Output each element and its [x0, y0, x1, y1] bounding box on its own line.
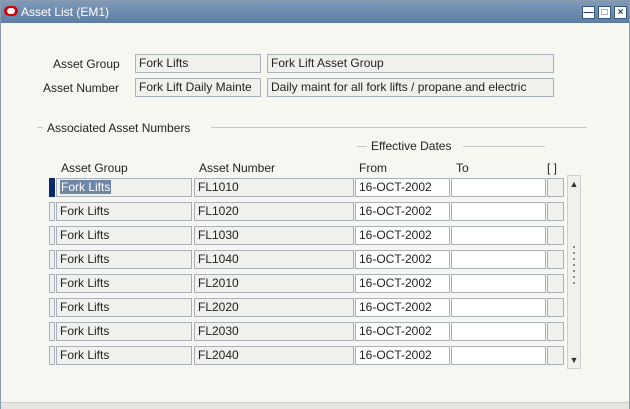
maximize-button[interactable]: □ — [598, 6, 611, 19]
row-from-date-cell[interactable]: 16-OCT-2002 — [355, 274, 450, 293]
row-from-date-cell[interactable]: 16-OCT-2002 — [355, 202, 450, 221]
scroll-grip-icon — [573, 282, 575, 284]
asset-number-field[interactable]: Fork Lift Daily Mainte — [135, 78, 261, 97]
row-flexfield-cell[interactable] — [547, 178, 564, 197]
row-to-date-cell[interactable] — [451, 298, 546, 317]
row-from-date-cell[interactable]: 16-OCT-2002 — [355, 250, 450, 269]
column-header-asset-group: Asset Group — [61, 161, 128, 175]
row-selector[interactable] — [49, 202, 55, 221]
scroll-down-icon[interactable]: ▼ — [569, 354, 579, 366]
row-from-date-cell[interactable]: 16-OCT-2002 — [355, 298, 450, 317]
row-selector[interactable] — [49, 274, 55, 293]
row-asset-group-cell[interactable]: Fork Lifts — [56, 346, 192, 365]
row-flexfield-cell[interactable] — [547, 250, 564, 269]
row-to-date-cell[interactable] — [451, 346, 546, 365]
asset-number-description-field[interactable]: Daily maint for all fork lifts / propane… — [267, 78, 554, 97]
effective-dates-divider-left — [357, 146, 367, 147]
column-header-to: To — [456, 161, 469, 175]
section-divider-left — [37, 127, 43, 128]
row-asset-number-cell[interactable]: FL2040 — [194, 346, 354, 365]
selected-text: Fork Lifts — [60, 180, 112, 194]
row-to-date-cell[interactable] — [451, 274, 546, 293]
row-from-date-cell[interactable]: 16-OCT-2002 — [355, 346, 450, 365]
scroll-grip-icon — [573, 258, 575, 260]
vertical-scrollbar[interactable]: ▲ ▼ — [567, 175, 581, 369]
row-asset-number-cell[interactable]: FL2030 — [194, 322, 354, 341]
row-asset-group-cell[interactable]: Fork Lifts — [56, 250, 192, 269]
oracle-logo-icon — [4, 6, 18, 16]
scroll-grip-icon — [573, 246, 575, 248]
row-flexfield-cell[interactable] — [547, 202, 564, 221]
row-from-date-cell[interactable]: 16-OCT-2002 — [355, 322, 450, 341]
window-title: Asset List (EM1) — [21, 5, 110, 19]
row-asset-group-cell[interactable]: Fork Lifts — [56, 322, 192, 341]
row-asset-group-cell[interactable]: Fork Lifts — [56, 298, 192, 317]
scroll-grip-icon — [573, 270, 575, 272]
row-from-date-cell[interactable]: 16-OCT-2002 — [355, 226, 450, 245]
row-selector[interactable] — [49, 250, 55, 269]
effective-dates-label: Effective Dates — [371, 139, 452, 153]
row-flexfield-cell[interactable] — [547, 322, 564, 341]
column-header-asset-number: Asset Number — [199, 161, 276, 175]
row-from-date-cell[interactable]: 16-OCT-2002 — [355, 178, 450, 197]
column-header-from: From — [359, 161, 387, 175]
asset-list-window: Asset List (EM1) — □ × Asset Group Fork … — [0, 0, 630, 409]
row-flexfield-cell[interactable] — [547, 274, 564, 293]
row-flexfield-cell[interactable] — [547, 346, 564, 365]
row-selector[interactable] — [49, 298, 55, 317]
close-icon: × — [617, 7, 624, 18]
row-asset-group-cell[interactable]: Fork Lifts — [56, 226, 192, 245]
row-selector[interactable] — [49, 226, 55, 245]
column-header-flexfield[interactable]: [ ] — [547, 161, 557, 175]
form-body: Asset Group Fork Lifts Fork Lift Asset G… — [1, 23, 629, 408]
row-asset-number-cell[interactable]: FL2020 — [194, 298, 354, 317]
row-asset-number-cell[interactable]: FL2010 — [194, 274, 354, 293]
effective-dates-divider-right — [463, 146, 545, 147]
status-bar — [1, 402, 629, 409]
row-to-date-cell[interactable] — [451, 226, 546, 245]
row-flexfield-cell[interactable] — [547, 226, 564, 245]
row-asset-number-cell[interactable]: FL1030 — [194, 226, 354, 245]
maximize-icon: □ — [601, 7, 608, 18]
associated-asset-numbers-title: Associated Asset Numbers — [47, 121, 191, 135]
row-asset-number-cell[interactable]: FL1010 — [194, 178, 354, 197]
scroll-grip-icon — [573, 264, 575, 266]
row-to-date-cell[interactable] — [451, 322, 546, 341]
scroll-grip-icon — [573, 252, 575, 254]
title-bar[interactable]: Asset List (EM1) — □ × — [1, 1, 629, 23]
row-selector[interactable] — [49, 346, 55, 365]
row-asset-group-cell[interactable]: Fork Lifts — [56, 274, 192, 293]
asset-group-field[interactable]: Fork Lifts — [135, 54, 261, 73]
row-asset-group-cell[interactable]: Fork Lifts — [56, 202, 192, 221]
row-to-date-cell[interactable] — [451, 202, 546, 221]
close-button[interactable]: × — [614, 6, 627, 19]
scroll-up-icon[interactable]: ▲ — [569, 178, 579, 190]
asset-group-description-field[interactable]: Fork Lift Asset Group — [267, 54, 554, 73]
row-flexfield-cell[interactable] — [547, 298, 564, 317]
section-divider-right — [211, 127, 587, 128]
asset-number-label: Asset Number — [43, 81, 120, 95]
row-asset-number-cell[interactable]: FL1020 — [194, 202, 354, 221]
row-selector[interactable] — [49, 322, 55, 341]
row-to-date-cell[interactable] — [451, 178, 546, 197]
row-asset-group-cell[interactable]: Fork Lifts — [56, 178, 192, 197]
row-to-date-cell[interactable] — [451, 250, 546, 269]
row-selector[interactable] — [49, 178, 55, 197]
row-asset-number-cell[interactable]: FL1040 — [194, 250, 354, 269]
asset-group-label: Asset Group — [53, 57, 120, 71]
minimize-icon: — — [583, 7, 594, 18]
minimize-button[interactable]: — — [582, 6, 595, 19]
scroll-grip-icon — [573, 276, 575, 278]
